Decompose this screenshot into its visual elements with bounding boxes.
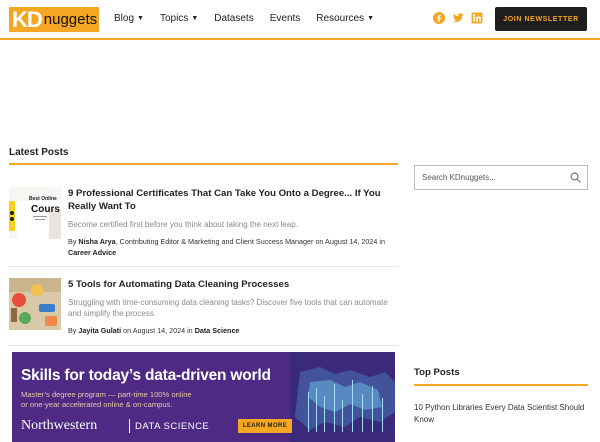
top-post-link[interactable]: 10 Python Libraries Every Data Scientist… <box>414 402 586 426</box>
post-thumbnail[interactable] <box>9 278 61 330</box>
post-excerpt: Struggling with time-consuming data clea… <box>68 298 388 318</box>
nav-blog[interactable]: Blog ▼ <box>114 13 144 24</box>
post-title[interactable]: 9 Professional Certificates That Can Tak… <box>68 187 398 213</box>
banner-headline: Skills for today’s data-driven world <box>21 367 271 384</box>
certificate-thumbnail-image: Best Online Cours <box>9 187 61 239</box>
top-posts-heading: Top Posts <box>414 367 460 378</box>
facebook-icon[interactable] <box>433 12 445 24</box>
post-category[interactable]: Data Science <box>195 326 240 335</box>
social-links <box>433 12 483 24</box>
post-body: 9 Professional Certificates That Can Tak… <box>68 187 398 258</box>
post-author[interactable]: Jayita Gulati <box>78 326 121 335</box>
join-newsletter-button[interactable]: JOIN NEWSLETTER <box>495 7 587 31</box>
nav-events-label: Events <box>269 13 301 24</box>
post-thumbnail[interactable]: Best Online Cours <box>9 187 61 239</box>
caret-down-icon: ▼ <box>137 15 144 22</box>
post-meta: By Nisha Arya, Contributing Editor & Mar… <box>68 236 398 258</box>
post-divider <box>9 266 398 267</box>
kdnuggets-logo[interactable]: KD nuggets <box>9 7 99 32</box>
post-author[interactable]: Nisha Arya <box>78 237 115 246</box>
northwestern-logo: Northwestern <box>21 418 98 433</box>
thumb-text: Best Online <box>29 196 57 202</box>
learn-more-button[interactable]: LEARN MORE <box>238 419 292 433</box>
post-excerpt: Become certified first before you think … <box>68 220 298 229</box>
post-item: Best Online Cours 9 Professional Certifi… <box>9 187 398 257</box>
meta-by: By <box>68 237 77 246</box>
twitter-icon[interactable] <box>452 12 464 24</box>
search-field <box>414 165 588 190</box>
meta-date: on August 14, 2024 in <box>121 326 193 335</box>
nav-topics[interactable]: Topics ▼ <box>160 13 198 24</box>
meta-by: By <box>68 326 77 335</box>
nav-datasets[interactable]: Datasets <box>214 13 253 24</box>
cleaning-tools-thumbnail-image <box>9 278 61 330</box>
post-title[interactable]: 5 Tools for Automating Data Cleaning Pro… <box>68 278 398 291</box>
search-icon[interactable] <box>570 172 581 183</box>
data-science-label: DATA SCIENCE <box>135 421 210 432</box>
meta-role-date: , Contributing Editor & Marketing and Cl… <box>115 237 385 246</box>
nav-resources-label: Resources <box>316 13 365 24</box>
logo-kd: KD <box>12 7 43 32</box>
svg-text:Cours: Cours <box>31 204 60 215</box>
world-map-graphic <box>290 352 395 442</box>
banner-subtext: Master’s degree program — part-time 100%… <box>21 390 192 410</box>
top-posts-divider <box>414 384 588 386</box>
post-body: 5 Tools for Automating Data Cleaning Pro… <box>68 278 398 336</box>
linkedin-icon[interactable] <box>471 12 483 24</box>
post-meta: By Jayita Gulati on August 14, 2024 in D… <box>68 325 398 336</box>
northwestern-ad-banner[interactable]: Skills for today’s data-driven world Mas… <box>12 352 395 442</box>
post-item: 5 Tools for Automating Data Cleaning Pro… <box>9 278 398 336</box>
logo-nuggets: nuggets <box>43 11 98 28</box>
logo-divider <box>129 419 130 433</box>
nav-events[interactable]: Events <box>270 13 301 24</box>
nav-datasets-label: Datasets <box>214 13 254 24</box>
nav-resources[interactable]: Resources ▼ <box>316 13 374 24</box>
nav-blog-label: Blog <box>114 13 135 24</box>
nav-topics-label: Topics <box>159 13 189 24</box>
search-input[interactable] <box>415 166 555 189</box>
banner-subtext-line2: or one-year accelerated online & on-camp… <box>21 400 173 409</box>
caret-down-icon: ▼ <box>191 15 199 22</box>
post-category[interactable]: Career Advice <box>68 248 116 257</box>
latest-posts-heading: Latest Posts <box>9 147 69 158</box>
section-divider <box>9 163 398 165</box>
main-nav: Blog ▼ Topics ▼ Datasets Events Resource… <box>114 13 390 24</box>
banner-subtext-line1: Master’s degree program — part-time 100%… <box>21 390 192 399</box>
caret-down-icon: ▼ <box>367 15 375 22</box>
site-header: KD nuggets Blog ▼ Topics ▼ Datasets Even… <box>0 0 600 40</box>
post-divider <box>9 345 398 346</box>
